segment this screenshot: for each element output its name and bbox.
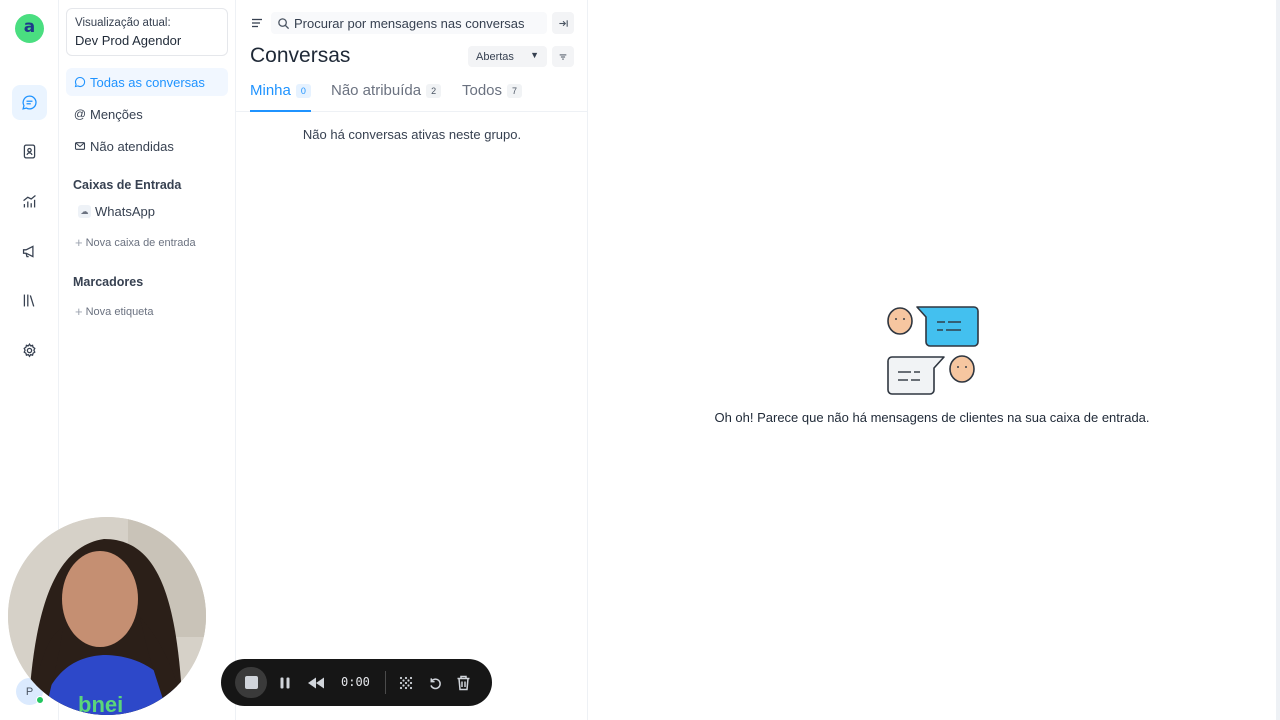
search-icon (278, 17, 290, 29)
chat-icon (74, 76, 86, 88)
status-filter-value: Abertas (476, 50, 514, 63)
hamburger-menu-icon[interactable] (250, 16, 264, 30)
plus-icon: + (75, 304, 83, 319)
current-view-label: Visualização atual: (75, 17, 171, 29)
search-placeholder: Procurar por mensagens nas conversas (294, 15, 525, 31)
mail-icon (74, 140, 86, 152)
panel-edge (1276, 0, 1280, 720)
pause-button[interactable] (275, 673, 295, 693)
dot-grid-icon (399, 676, 413, 690)
delete-recording-button[interactable] (453, 673, 473, 693)
restart-icon (429, 677, 441, 689)
contact-book-icon (23, 144, 36, 159)
stop-recording-button[interactable] (235, 667, 267, 698)
rail-settings-button[interactable] (12, 333, 47, 368)
trash-icon (457, 675, 469, 691)
new-label-label: Nova etiqueta (85, 305, 154, 318)
chat-icon (22, 95, 37, 110)
sidebar-item-all-conversations[interactable]: Todas as conversas (66, 68, 228, 96)
tab-unassigned[interactable]: Não atribuída 2 (331, 78, 442, 112)
labels-heading: Marcadores (73, 275, 144, 289)
control-divider (385, 671, 386, 694)
new-label-link[interactable]: + Nova etiqueta (75, 304, 153, 319)
sidebar-item-label: Não atendidas (90, 138, 174, 154)
rail-contacts-button[interactable] (12, 134, 47, 169)
rewind-icon (308, 677, 324, 689)
inbox-label: WhatsApp (95, 204, 155, 219)
recording-control-bar: 0:00 (221, 659, 492, 706)
empty-inbox-message: Oh oh! Parece que não há mensagens de cl… (714, 410, 1150, 425)
recording-timer: 0:00 (341, 675, 370, 689)
page-title: Conversas (250, 44, 351, 67)
tab-label: Minha (250, 82, 291, 99)
cloud-icon: ☁ (78, 205, 91, 218)
restart-button[interactable] (425, 673, 445, 693)
rail-reports-button[interactable] (12, 184, 47, 219)
rewind-button[interactable] (306, 673, 326, 693)
chart-icon (23, 195, 36, 208)
collapse-panel-button[interactable] (552, 12, 574, 34)
conversation-list-panel: Procurar por mensagens nas conversas Con… (236, 0, 588, 720)
inboxes-heading: Caixas de Entrada (73, 178, 182, 192)
sidebar-item-unattended[interactable]: Não atendidas (66, 132, 228, 160)
library-icon (23, 294, 35, 307)
webcam-bubble[interactable]: bnei (8, 517, 206, 715)
arrow-right-to-line-icon (558, 19, 568, 27)
conversation-tabs: Minha 0 Não atribuída 2 Todos 7 (236, 78, 588, 112)
tab-all[interactable]: Todos 7 (462, 78, 523, 112)
gear-icon (23, 342, 36, 358)
sidebar-item-mentions[interactable]: @ Menções (66, 100, 228, 128)
pause-icon (280, 677, 290, 689)
sidebar-item-label: Menções (90, 106, 143, 122)
logo-letter: a (23, 17, 36, 37)
tab-count-badge: 2 (426, 84, 442, 98)
sidebar-item-label: Todas as conversas (90, 74, 205, 90)
tab-count-badge: 7 (507, 84, 523, 98)
filter-button[interactable] (552, 46, 574, 67)
webcam-video-feed: bnei (8, 517, 206, 715)
tab-label: Não atribuída (331, 82, 422, 99)
at-icon: @ (73, 107, 87, 121)
tab-mine[interactable]: Minha 0 (250, 78, 311, 112)
current-view-box[interactable]: Visualização atual: Dev Prod Agendor (66, 8, 228, 56)
new-inbox-label: Nova caixa de entrada (85, 236, 196, 249)
online-status-dot (36, 696, 44, 704)
svg-text:bnei: bnei (78, 692, 123, 715)
drawing-tools-button[interactable] (396, 673, 416, 693)
new-inbox-link[interactable]: + Nova caixa de entrada (75, 235, 196, 250)
rail-campaigns-button[interactable] (12, 234, 47, 269)
stop-icon (244, 676, 258, 689)
search-input[interactable]: Procurar por mensagens nas conversas (271, 12, 547, 34)
avatar-initial: P (25, 685, 34, 698)
app-logo[interactable]: a (15, 14, 44, 43)
two-people-chatting-icon (887, 306, 979, 395)
tab-label: Todos (462, 82, 503, 99)
sidebar-item-whatsapp[interactable]: ☁ WhatsApp (78, 204, 155, 219)
tab-count-badge: 0 (295, 84, 311, 98)
current-view-name: Dev Prod Agendor (75, 33, 182, 48)
status-filter-select[interactable]: Abertas ▼ (468, 46, 547, 67)
rail-conversations-button[interactable] (12, 85, 47, 120)
main-empty-panel: Oh oh! Parece que não há mensagens de cl… (588, 0, 1280, 720)
plus-icon: + (75, 235, 83, 250)
filter-icon (559, 53, 567, 60)
empty-list-message: Não há conversas ativas neste grupo. (302, 127, 522, 142)
megaphone-icon (22, 245, 34, 258)
rail-library-button[interactable] (12, 283, 47, 318)
caret-down-icon: ▼ (530, 50, 539, 60)
